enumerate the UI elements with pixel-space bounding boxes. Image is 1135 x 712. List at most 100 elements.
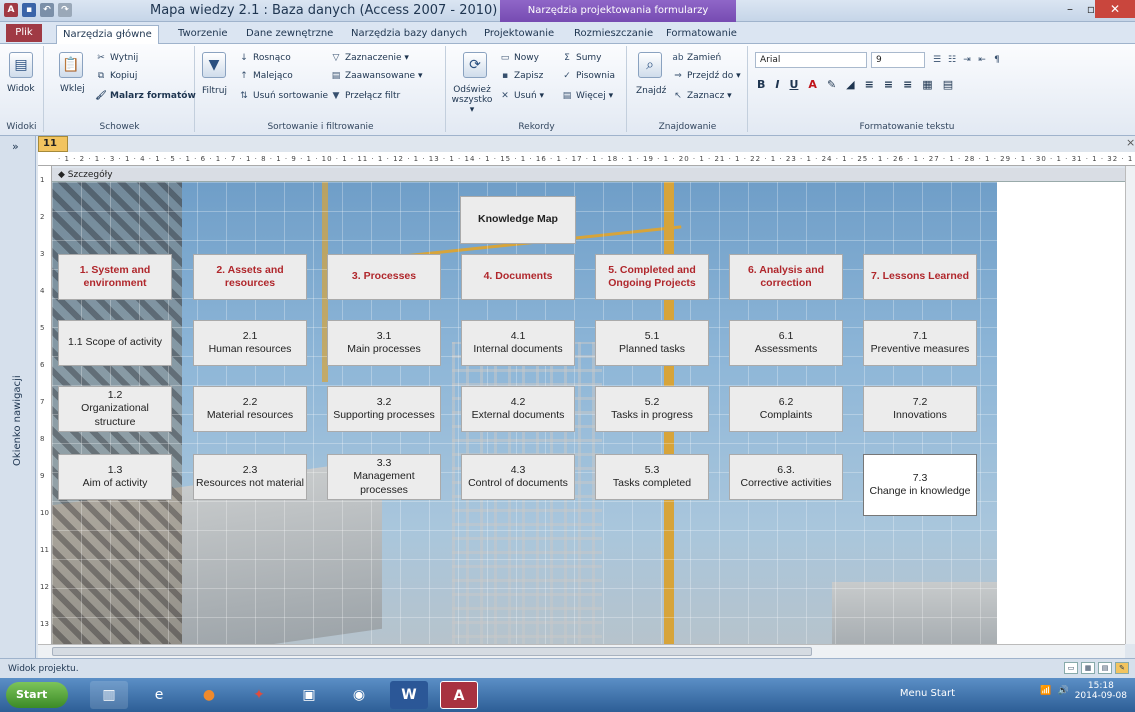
item-box-5-2[interactable]: 5.2 Tasks in progress bbox=[595, 386, 709, 432]
undo-icon[interactable]: ↶ bbox=[40, 3, 54, 17]
more-button[interactable]: ▤ Więcej ▾ bbox=[561, 90, 613, 102]
document-close-button[interactable]: × bbox=[1126, 136, 1135, 149]
item-box-6-1[interactable]: 6.1 Assessments bbox=[729, 320, 843, 366]
font-size-combo[interactable]: 9 bbox=[871, 52, 925, 68]
paste-icon[interactable]: 📋 bbox=[59, 52, 83, 78]
category-box-7[interactable]: 7. Lessons Learned bbox=[863, 254, 977, 300]
replace-button[interactable]: ab Zamień bbox=[672, 52, 721, 64]
category-box-3[interactable]: 3. Processes bbox=[327, 254, 441, 300]
item-box-6-2[interactable]: 6.2 Complaints bbox=[729, 386, 843, 432]
navigation-pane-label[interactable]: Okienko nawigacji bbox=[12, 375, 23, 466]
save-icon[interactable]: ▪ bbox=[22, 3, 36, 17]
filter-button[interactable]: Filtruj bbox=[202, 86, 227, 96]
app-icon-monitor[interactable]: ▣ bbox=[290, 681, 328, 709]
vertical-ruler[interactable]: 1 2 3 4 5 6 7 8 9 10 11 12 13 bbox=[38, 166, 52, 644]
find-button[interactable]: Znajdź bbox=[636, 86, 666, 96]
app-icon-red[interactable]: ✦ bbox=[240, 681, 278, 709]
delete-record-button[interactable]: ✕ Usuń ▾ bbox=[499, 90, 544, 102]
sort-desc-button[interactable]: ↑ Malejąco bbox=[238, 70, 293, 82]
fill-color-icon[interactable]: ◢ bbox=[846, 78, 854, 91]
item-box-4-3[interactable]: 4.3 Control of documents bbox=[461, 454, 575, 500]
form-view-icon[interactable]: ▭ bbox=[1064, 662, 1078, 674]
tab-create[interactable]: Tworzenie bbox=[172, 25, 234, 44]
goto-button[interactable]: ⇒ Przejdź do ▾ bbox=[672, 70, 740, 82]
network-icon[interactable]: 📶 bbox=[1040, 686, 1051, 696]
menu-start-label[interactable]: Menu Start bbox=[900, 688, 955, 699]
word-icon[interactable]: W bbox=[390, 681, 428, 709]
item-box-3-3[interactable]: 3.3 Management processes bbox=[327, 454, 441, 500]
explorer-icon[interactable]: ▥ bbox=[90, 681, 128, 709]
detail-section-header[interactable]: ◆ Szczegóły bbox=[52, 168, 1135, 182]
volume-icon[interactable]: 🔊 bbox=[1057, 686, 1068, 696]
design-view-icon[interactable]: ✎ bbox=[1115, 662, 1129, 674]
datasheet-view-icon[interactable]: ▦ bbox=[1081, 662, 1095, 674]
form-document-tab[interactable]: 11 bbox=[38, 136, 68, 152]
clock-date[interactable]: 2014-09-08 bbox=[1075, 691, 1127, 701]
refresh-icon[interactable]: ⟳ bbox=[463, 52, 487, 78]
category-box-5[interactable]: 5. Completed and Ongoing Projects bbox=[595, 254, 709, 300]
filter-icon[interactable]: ▼ bbox=[202, 52, 226, 78]
horizontal-scrollbar[interactable] bbox=[38, 644, 1125, 658]
vertical-scrollbar[interactable] bbox=[1125, 166, 1135, 644]
italic-button[interactable]: I bbox=[775, 78, 779, 91]
item-box-2-2[interactable]: 2.2 Material resources bbox=[193, 386, 307, 432]
tab-home[interactable]: Narzędzia główne bbox=[56, 25, 159, 44]
font-color-icon[interactable]: A bbox=[808, 78, 817, 91]
cut-button[interactable]: ✂ Wytnij bbox=[95, 52, 138, 64]
new-record-button[interactable]: ▭ Nowy bbox=[499, 52, 539, 64]
toggle-filter-button[interactable]: ▼ Przełącz filtr bbox=[330, 90, 401, 102]
knowledge-map-title[interactable]: Knowledge Map bbox=[460, 196, 576, 244]
item-box-6-3[interactable]: 6.3. Corrective activities bbox=[729, 454, 843, 500]
font-name-combo[interactable]: Arial bbox=[755, 52, 867, 68]
selection-button[interactable]: ▽ Zaznaczenie ▾ bbox=[330, 52, 409, 64]
remove-sort-button[interactable]: ⇅ Usuń sortowanie bbox=[238, 90, 328, 102]
tab-external-data[interactable]: Dane zewnętrzne bbox=[240, 25, 339, 44]
alternate-row-icon[interactable]: ▤ bbox=[943, 78, 953, 91]
align-right-icon[interactable]: ≡ bbox=[903, 78, 912, 91]
item-box-1-2[interactable]: 1.2 Organizational structure bbox=[58, 386, 172, 432]
item-box-3-2[interactable]: 3.2 Supporting processes bbox=[327, 386, 441, 432]
category-box-2[interactable]: 2. Assets and resources bbox=[193, 254, 307, 300]
clock-time[interactable]: 15:18 bbox=[1075, 681, 1127, 691]
tab-arrange[interactable]: Rozmieszczanie bbox=[568, 25, 659, 44]
nav-expand-button[interactable]: » bbox=[12, 140, 19, 153]
align-center-icon[interactable]: ≡ bbox=[884, 78, 893, 91]
item-box-5-3[interactable]: 5.3 Tasks completed bbox=[595, 454, 709, 500]
ruler-corner[interactable] bbox=[38, 152, 58, 166]
item-box-2-1[interactable]: 2.1 Human resources bbox=[193, 320, 307, 366]
view-button[interactable]: Widok bbox=[7, 84, 35, 94]
tab-file[interactable]: Plik bbox=[6, 24, 42, 42]
spelling-button[interactable]: ✓ Pisownia bbox=[561, 70, 615, 82]
access-taskbar-icon[interactable]: A bbox=[440, 681, 478, 709]
paste-button[interactable]: Wklej bbox=[60, 84, 85, 94]
firefox-icon[interactable]: ● bbox=[190, 681, 228, 709]
highlight-icon[interactable]: ✎ bbox=[827, 78, 836, 91]
item-box-7-1[interactable]: 7.1 Preventive measures bbox=[863, 320, 977, 366]
navigation-pane[interactable]: » Okienko nawigacji bbox=[0, 136, 36, 658]
gridlines-icon[interactable]: ▦ bbox=[922, 78, 932, 91]
horizontal-scroll-thumb[interactable] bbox=[52, 647, 812, 656]
close-button[interactable]: ✕ bbox=[1095, 0, 1135, 18]
underline-button[interactable]: U bbox=[789, 78, 798, 91]
item-box-5-1[interactable]: 5.1 Planned tasks bbox=[595, 320, 709, 366]
start-button[interactable]: Start bbox=[6, 682, 68, 708]
item-box-4-1[interactable]: 4.1 Internal documents bbox=[461, 320, 575, 366]
bold-button[interactable]: B bbox=[757, 78, 765, 91]
item-box-1-3[interactable]: 1.3 Aim of activity bbox=[58, 454, 172, 500]
horizontal-ruler[interactable]: · 1 · 2 · 1 · 3 · 1 · 4 · 1 · 5 · 1 · 6 … bbox=[58, 152, 1135, 166]
tab-format[interactable]: Formatowanie bbox=[660, 25, 743, 44]
category-box-6[interactable]: 6. Analysis and correction bbox=[729, 254, 843, 300]
item-box-2-3[interactable]: 2.3 Resources not material bbox=[193, 454, 307, 500]
item-box-1-1[interactable]: 1.1 Scope of activity bbox=[58, 320, 172, 366]
advanced-button[interactable]: ▤ Zaawansowane ▾ bbox=[330, 70, 423, 82]
item-box-4-2[interactable]: 4.2 External documents bbox=[461, 386, 575, 432]
align-left-icon[interactable]: ≡ bbox=[865, 78, 874, 91]
category-box-1[interactable]: 1. System and environment bbox=[58, 254, 172, 300]
app-icon-cd[interactable]: ◉ bbox=[340, 681, 378, 709]
item-box-7-3[interactable]: 7.3 Change in knowledge bbox=[863, 454, 977, 516]
binoculars-icon[interactable]: ⌕ bbox=[638, 52, 662, 78]
format-painter-button[interactable]: 🖌 Malarz formatów bbox=[95, 90, 196, 102]
list-buttons[interactable]: ☰ ☷ ⇥ ⇤ ¶ bbox=[931, 54, 1003, 66]
category-box-4[interactable]: 4. Documents bbox=[461, 254, 575, 300]
totals-button[interactable]: Σ Sumy bbox=[561, 52, 601, 64]
